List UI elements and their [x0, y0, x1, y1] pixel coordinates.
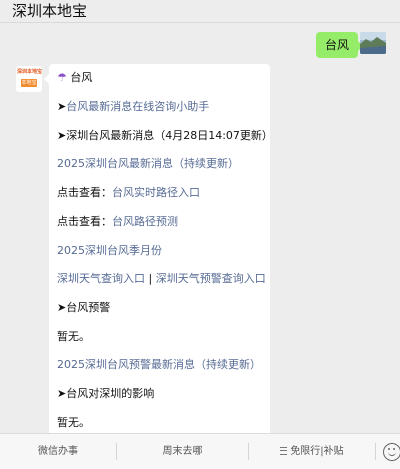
chat-title: 深圳本地宝 — [12, 2, 88, 20]
link-realtime-path[interactable]: 台风实时路径入口 — [112, 186, 200, 199]
tab-traffic-subsidy[interactable]: 免限行|补贴 — [249, 434, 375, 469]
link-weather-query[interactable]: 深圳天气查询入口 — [57, 272, 145, 285]
link-typhoon-assistant[interactable]: ➤台风最新消息在线咨询小助手 — [57, 100, 209, 114]
bot-message: ☂ 台风 ➤台风最新消息在线咨询小助手 ➤深圳台风最新消息（4月28日14:07… — [44, 64, 273, 433]
bot-logo-text: 深圳本地宝 — [17, 69, 42, 75]
heading-typhoon-warning: ➤台风预警 — [57, 301, 111, 314]
user-avatar[interactable] — [360, 32, 386, 54]
chat-header: 深圳本地宝 — [0, 0, 400, 22]
bottom-menu: 微信办事 周末去哪 免限行|补贴 — [0, 433, 400, 469]
text-no-impact: 暂无。 — [57, 416, 90, 429]
tab-weekend[interactable]: 周末去哪 — [117, 434, 248, 469]
row-path-forecast: 点击查看：台风路径预测 — [57, 215, 178, 228]
reply-title: ☂ 台风 — [57, 71, 93, 84]
user-message[interactable]: 台风 — [316, 32, 364, 58]
bot-avatar[interactable]: 深圳本地宝 本地宝 — [16, 66, 42, 92]
link-latest-news[interactable]: 2025深圳台风最新消息（持续更新） — [57, 157, 239, 171]
umbrella-icon: ☂ — [57, 71, 67, 84]
arrow-icon: ➤ — [57, 129, 67, 142]
row-realtime-path: 点击查看：台风实时路径入口 — [57, 186, 200, 199]
link-warning-news[interactable]: 2025深圳台风预警最新消息（持续更新） — [57, 358, 261, 372]
row-weather-links: 深圳天气查询入口 | 深圳天气预警查询入口 — [57, 272, 266, 285]
heading-latest-news: ➤深圳台风最新消息（4月28日14:07更新） — [57, 129, 273, 142]
arrow-icon: ➤ — [57, 387, 67, 400]
text-no-warning: 暂无。 — [57, 330, 90, 343]
bot-logo-sub: 本地宝 — [21, 79, 37, 87]
chat-area[interactable]: 台风 深圳本地宝 本地宝 ☂ 台风 ➤台风最新消息在线咨询小助手 ➤深圳台风最新… — [0, 23, 400, 433]
menu-icon — [280, 447, 288, 455]
arrow-icon: ➤ — [57, 301, 67, 314]
arrow-icon: ➤ — [57, 100, 67, 113]
tab-wechat-services[interactable]: 微信办事 — [0, 434, 116, 469]
link-warning-query[interactable]: 深圳天气预警查询入口 — [156, 272, 266, 285]
link-path-forecast[interactable]: 台风路径预测 — [112, 215, 178, 228]
emoji-icon[interactable] — [383, 443, 400, 461]
link-typhoon-season[interactable]: 2025深圳台风季月份 — [57, 244, 162, 258]
tab-divider — [375, 443, 376, 460]
heading-impact: ➤台风对深圳的影响 — [57, 387, 155, 400]
